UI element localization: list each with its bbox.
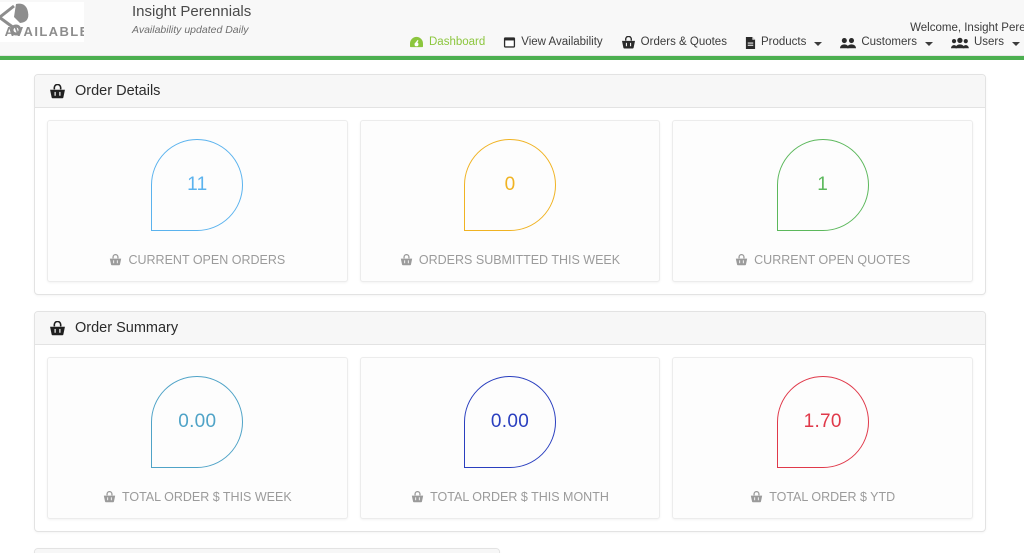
chevron-down-icon <box>814 41 823 46</box>
order-details-header: Order Details <box>35 75 985 108</box>
metric-card-current-open-quotes[interactable]: 1 CURRENT OPEN QUOTES <box>672 120 974 282</box>
metric-label: CURRENT OPEN QUOTES <box>735 253 910 267</box>
nav-item-view-availability[interactable]: View Availability <box>494 33 611 52</box>
nav-label: Dashboard <box>429 36 486 48</box>
metric-label-text: TOTAL ORDER $ THIS WEEK <box>121 490 292 504</box>
metric-label-text: CURRENT OPEN ORDERS <box>128 253 286 267</box>
metric-card-total-order-this-week[interactable]: 0.00 TOTAL ORDER $ THIS WEEK <box>47 357 348 519</box>
basket-icon <box>103 491 116 503</box>
metric-value: 11 <box>187 174 208 195</box>
basket-icon <box>49 320 66 336</box>
top-selling-product-groups-panel: Top Selling Product Groups Brand Qty Pro… <box>34 548 500 553</box>
logo-wordmark: E AVAILABLE <box>0 24 84 39</box>
three-people-icon <box>950 37 969 49</box>
basket-icon <box>621 36 636 49</box>
metric-card-total-order-this-month[interactable]: 0.00 TOTAL ORDER $ THIS MONTH <box>359 357 661 519</box>
nav-label: View Availability <box>521 36 603 48</box>
metric-value: 1 <box>817 174 829 195</box>
nav-label: Orders & Quotes <box>640 36 727 48</box>
nav-item-orders-quotes[interactable]: Orders & Quotes <box>612 33 736 52</box>
window-icon <box>503 36 516 49</box>
nav-label: Users <box>973 36 1004 48</box>
nav-item-products[interactable]: Products <box>736 33 831 52</box>
metric-bubble: 1.70 <box>776 376 869 468</box>
chevron-down-icon <box>1012 41 1020 46</box>
metric-card-orders-submitted-this-week[interactable]: 0 ORDERS SUBMITTED THIS WEEK <box>359 120 661 282</box>
metric-bubble: 0 <box>464 139 556 231</box>
speedometer-icon <box>409 36 424 49</box>
order-summary-cards: 0.00 TOTAL ORDER $ THIS WEEK 0.00 TOTAL … <box>35 345 985 531</box>
nav-item-customers[interactable]: Customers <box>831 33 942 52</box>
nav-label: Products <box>760 36 807 48</box>
brand-block: Insight Perennials Availability updated … <box>132 3 251 36</box>
order-summary-panel: Order Summary 0.00 TOTAL ORDER $ THIS WE… <box>34 311 986 532</box>
two-people-icon <box>840 37 857 49</box>
chevron-down-icon <box>924 41 933 46</box>
main-navigation: Dashboard View Availability Orders & Quo… <box>400 33 1024 52</box>
metric-label: TOTAL ORDER $ THIS WEEK <box>103 490 292 504</box>
metric-bubble: 11 <box>151 139 244 231</box>
panel-title: Order Summary <box>75 320 179 336</box>
company-logo[interactable]: E AVAILABLE <box>0 2 84 42</box>
top-selling-header: Top Selling Product Groups <box>35 549 499 553</box>
metric-value: 0 <box>504 174 516 195</box>
metric-value: 1.70 <box>803 411 842 432</box>
metric-card-current-open-orders[interactable]: 11 CURRENT OPEN ORDERS <box>47 120 348 282</box>
basket-icon <box>49 83 66 99</box>
basket-icon <box>750 491 763 503</box>
order-details-panel: Order Details 11 CURRENT OPEN ORDERS 0 O… <box>34 74 986 295</box>
nav-label: Customers <box>861 36 917 48</box>
metric-bubble: 0.00 <box>464 376 556 468</box>
metric-label-text: TOTAL ORDER $ THIS MONTH <box>430 490 609 504</box>
metric-label-text: CURRENT OPEN QUOTES <box>754 253 911 267</box>
metric-card-total-order-ytd[interactable]: 1.70 TOTAL ORDER $ YTD <box>672 357 974 519</box>
basket-icon <box>411 491 424 503</box>
file-icon <box>745 36 756 50</box>
basket-icon <box>735 254 748 266</box>
metric-bubble: 1 <box>776 139 869 231</box>
metric-label: TOTAL ORDER $ THIS MONTH <box>411 490 609 504</box>
order-details-cards: 11 CURRENT OPEN ORDERS 0 ORDERS SUBMITTE… <box>35 108 985 294</box>
metric-label: ORDERS SUBMITTED THIS WEEK <box>400 253 620 267</box>
metric-value: 0.00 <box>178 411 217 432</box>
availability-subtitle: Availability updated Daily <box>132 24 249 36</box>
metric-bubble: 0.00 <box>151 376 244 468</box>
basket-icon <box>109 254 122 266</box>
nav-item-users[interactable]: Users <box>942 33 1024 52</box>
metric-label-text: TOTAL ORDER $ YTD <box>769 490 896 504</box>
app-header: E AVAILABLE Insight Perennials Availabil… <box>0 0 1024 56</box>
order-summary-header: Order Summary <box>35 312 985 345</box>
page-title: Insight Perennials <box>132 3 252 20</box>
panel-title: Order Details <box>75 83 161 99</box>
metric-label: CURRENT OPEN ORDERS <box>109 253 285 267</box>
dashboard-content: Order Details 11 CURRENT OPEN ORDERS 0 O… <box>0 60 1024 553</box>
basket-icon <box>400 254 413 266</box>
metric-label-text: ORDERS SUBMITTED THIS WEEK <box>418 253 621 267</box>
metric-value: 0.00 <box>490 411 530 432</box>
metric-label: TOTAL ORDER $ YTD <box>750 490 895 504</box>
nav-item-dashboard[interactable]: Dashboard <box>400 33 494 52</box>
